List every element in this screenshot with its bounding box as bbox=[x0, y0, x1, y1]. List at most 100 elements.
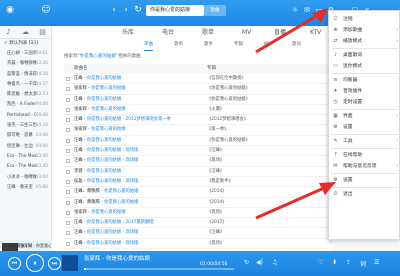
playlist-song-item[interactable]: Era - The Mass 03:40 bbox=[0, 152, 51, 162]
playlist-song-item[interactable]: 齐晨 - 咖喱咖喱 03:20 bbox=[0, 59, 51, 69]
tab-device[interactable]: ▤ bbox=[34, 26, 51, 38]
album-name[interactable]: 《2017》 bbox=[207, 218, 227, 228]
row-checkbox[interactable] bbox=[66, 128, 70, 133]
result-row[interactable]: 汪峰 - 你是我心爱的姑娘 《你是我心爱的姑娘》 bbox=[64, 95, 329, 105]
row-checkbox[interactable] bbox=[66, 169, 70, 174]
tab-singers[interactable]: 歌手 bbox=[204, 40, 213, 50]
previous-button[interactable]: ⏮ bbox=[8, 257, 21, 270]
menu-item[interactable]: ⊕ 添加歌曲 › bbox=[329, 25, 400, 36]
song-name[interactable]: 张家辉 - 你是我心爱的姑娘 bbox=[74, 208, 126, 218]
playlist-song-item[interactable]: 林俊杰 - 一千年以后04:27 bbox=[0, 80, 51, 90]
equalizer-icon[interactable]: ♫ bbox=[272, 259, 277, 266]
menu-item[interactable]: ♪ 桌面歌词 bbox=[329, 50, 400, 61]
row-checkbox[interactable] bbox=[66, 87, 70, 92]
song-name[interactable]: 汪峰 - 你是我心爱的姑娘 bbox=[74, 74, 121, 84]
album-name[interactable]: 《2014》 bbox=[207, 198, 227, 208]
tab-radio[interactable]: 电台 bbox=[162, 26, 174, 40]
result-row[interactable]: 汪峰 - 你是我心爱的姑娘 - 现场版 《汪峰》 bbox=[64, 146, 329, 157]
tab-albums[interactable]: 专辑 bbox=[234, 40, 243, 50]
playlist-song-item[interactable]: 张杰 - 三生三世 04:10 bbox=[0, 121, 51, 131]
playlist-song-item[interactable]: 蓝黎蓝 - 情非得已04:26 bbox=[0, 70, 51, 80]
tab-library[interactable]: 乐库 bbox=[122, 26, 134, 40]
row-checkbox[interactable] bbox=[66, 159, 70, 164]
row-checkbox[interactable] bbox=[66, 77, 70, 81]
playlist-song-item[interactable]: 汪峰 - 春天里 05:00 bbox=[0, 183, 51, 193]
search-button[interactable]: 歌曲 bbox=[204, 5, 226, 16]
col-album[interactable]: 专辑 bbox=[207, 64, 216, 74]
song-name[interactable]: 汪峰 - 你是我心爱的姑娘 - 现场版 bbox=[74, 228, 138, 238]
menu-item[interactable]: ≋ 均衡器 bbox=[329, 75, 400, 86]
song-name[interactable]: 汪峰 - 你是我心爱的姑娘 - 2012梦想演唱会第一季 bbox=[74, 115, 171, 125]
refresh-icon[interactable]: ↻ bbox=[132, 4, 144, 16]
row-checkbox[interactable] bbox=[66, 210, 70, 215]
song-name[interactable]: 汪峰 - 你是我心爱的姑娘 bbox=[74, 136, 121, 146]
row-checkbox[interactable] bbox=[66, 190, 70, 195]
song-name[interactable]: 张家辉 - 你是我心爱的姑娘 bbox=[74, 84, 126, 94]
row-checkbox[interactable] bbox=[66, 221, 70, 226]
menu-item[interactable]: ▭ 迷你模式 bbox=[329, 61, 400, 72]
tab-singles[interactable]: 单曲 bbox=[144, 40, 153, 51]
row-checkbox[interactable] bbox=[66, 107, 70, 112]
tab-cloud[interactable]: ☁ bbox=[17, 26, 34, 38]
song-name[interactable]: 汪峰 - 你是我心爱的姑娘 - 现场版 bbox=[74, 146, 138, 156]
album-name[interactable]: 《你是我心爱的姑娘》 bbox=[207, 95, 250, 105]
tab-local-music[interactable]: ♪ bbox=[0, 26, 17, 38]
back-icon[interactable]: ‹ bbox=[108, 4, 120, 16]
song-name[interactable]: 汪峰 - 你是我心爱的姑娘 - 现场版 bbox=[74, 156, 138, 166]
play-pause-button[interactable]: ⏸ bbox=[26, 254, 44, 272]
volume-icon[interactable]: ◀) bbox=[256, 259, 263, 266]
playlist-song-item[interactable]: 杨丞琳 - 左边 04:00 bbox=[0, 142, 51, 152]
row-checkbox[interactable] bbox=[66, 241, 70, 246]
forward-icon[interactable]: › bbox=[120, 4, 132, 16]
song-name[interactable]: 汪峰 - 你是我心爱的姑娘 - 2017最新翻唱 bbox=[74, 218, 154, 228]
menu-item[interactable]: ⇄ 播放模式 › bbox=[329, 36, 400, 47]
album-name[interactable]: 《2014》 bbox=[207, 187, 227, 197]
playlist-song-item[interactable]: 庄心妍 - 三国杀 04:01 bbox=[0, 49, 51, 59]
menu-item[interactable]: ✦ 音效插件 bbox=[329, 86, 400, 97]
lyrics-icon[interactable]: 词 bbox=[360, 259, 366, 268]
song-name[interactable]: 汪峰 - 你是我心爱的姑娘 bbox=[74, 95, 121, 105]
tab-playlists[interactable]: 歌单 bbox=[202, 26, 214, 40]
row-checkbox[interactable] bbox=[66, 179, 70, 184]
song-name[interactable]: 李健 - 你是我心爱的姑娘 bbox=[74, 167, 121, 177]
playlist-icon[interactable]: ☰ bbox=[374, 259, 379, 266]
album-name[interactable]: 《我是歌手》 bbox=[207, 177, 233, 187]
playlist-song-item[interactable]: 凯西 - A Fader 04:00 bbox=[0, 100, 51, 110]
album-name[interactable]: 《汪峰》 bbox=[207, 146, 224, 156]
playlist-song-item[interactable]: 郁可唯 - 思慕 03:40 bbox=[0, 131, 51, 141]
album-name[interactable]: 《现场》 bbox=[207, 208, 224, 218]
menu-item[interactable]: ⎋ 注销 bbox=[329, 14, 400, 25]
album-name[interactable]: 《汪峰》 bbox=[207, 228, 224, 238]
share-icon[interactable]: ⇪ bbox=[346, 259, 351, 266]
album-name[interactable]: 《火爆》 bbox=[207, 105, 224, 115]
menu-item[interactable]: ? 在线帮助 bbox=[329, 150, 400, 161]
row-checkbox[interactable] bbox=[66, 231, 70, 236]
result-row[interactable]: 汪峰 - 你是我心爱的姑娘 - 现场版 《现场》 bbox=[64, 156, 329, 167]
menu-item[interactable]: ✎ 工具 › bbox=[329, 136, 400, 147]
album-name[interactable]: 《第一季》 bbox=[207, 125, 228, 135]
result-row[interactable]: 汪峰 - 你是我心爱的姑娘 《信仰在空中飘扬》 bbox=[64, 74, 329, 85]
song-name[interactable]: 汪峰 - 你是我心爱的姑娘 - 现场版 bbox=[74, 239, 138, 249]
download-icon[interactable]: ⬇ bbox=[332, 259, 337, 266]
album-name[interactable]: 《汪峰》 bbox=[207, 167, 224, 177]
menu-item[interactable]: ⚙ 设置 bbox=[329, 122, 400, 133]
row-checkbox[interactable] bbox=[66, 118, 70, 123]
result-row[interactable]: 张家辉 - 你是我心爱的姑娘 《第一季》 bbox=[64, 125, 329, 136]
result-row[interactable]: 汪峰 - 你是我心爱的姑娘 《你是我心爱的姑娘》 bbox=[64, 136, 329, 147]
col-song-name[interactable]: 歌曲名 bbox=[74, 64, 88, 74]
row-checkbox[interactable] bbox=[66, 200, 70, 205]
tab-song-lists[interactable]: 歌单 bbox=[174, 40, 183, 50]
song-name[interactable]: 张家辉 - 你是我心爱的姑娘 bbox=[74, 105, 126, 115]
recent-list-header[interactable]: ▸ 最近播放 [1] bbox=[0, 242, 52, 251]
result-row[interactable]: 汪峰 - 你是我心爱的姑娘 - 现场版 《汪峰》 bbox=[64, 228, 329, 239]
album-name[interactable]: 《你是我心爱的姑娘》 bbox=[207, 84, 250, 94]
row-checkbox[interactable] bbox=[66, 138, 70, 143]
heart-icon[interactable]: ♡ bbox=[318, 259, 323, 266]
album-name[interactable]: 《信仰在空中飘扬》 bbox=[207, 74, 246, 84]
playlist-song-item[interactable]: Portishead - Over04:00 bbox=[0, 111, 51, 121]
album-name[interactable]: 《2012梦想演唱会》 bbox=[207, 115, 248, 125]
next-button[interactable]: ⏭ bbox=[48, 257, 61, 270]
song-name[interactable]: 汪峰、萧敬腾 - 你是我心爱的姑娘 bbox=[74, 187, 138, 197]
row-checkbox[interactable] bbox=[66, 149, 70, 154]
song-name[interactable]: 张家辉 - 你是我心爱的姑娘 bbox=[74, 125, 126, 135]
